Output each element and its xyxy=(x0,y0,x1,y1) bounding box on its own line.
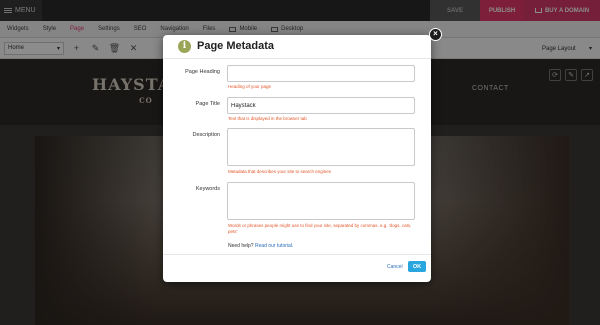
dialog-title: Page Metadata xyxy=(197,40,275,52)
keywords-textarea[interactable] xyxy=(227,182,415,220)
description-textarea[interactable] xyxy=(227,128,415,166)
ok-button[interactable]: OK xyxy=(408,261,426,272)
help-prefix: Need help? xyxy=(228,243,254,249)
info-icon: i xyxy=(178,40,191,53)
page-title-help: Text that is displayed in the browser ta… xyxy=(228,116,307,121)
dialog-header: i Page Metadata xyxy=(163,35,431,59)
tutorial-link[interactable]: Read our tutorial. xyxy=(255,243,293,249)
page-title-input[interactable] xyxy=(227,97,415,114)
description-help: Metadata that describes your site to sea… xyxy=(228,169,332,174)
help-line: Need help? Read our tutorial. xyxy=(228,243,293,249)
dialog-footer-divider xyxy=(163,254,431,255)
keywords-help: Words or phrases people might use to fin… xyxy=(228,223,412,234)
keywords-label: Keywords xyxy=(195,186,220,192)
close-icon[interactable]: × xyxy=(429,28,442,41)
cancel-button[interactable]: Cancel xyxy=(387,264,403,270)
page-title-label: Page Title xyxy=(195,101,220,107)
page-heading-help: Heading of your page xyxy=(228,84,272,89)
page-heading-label: Page Heading xyxy=(185,69,220,75)
page-metadata-dialog: i Page Metadata Page Heading Heading of … xyxy=(163,35,431,282)
description-label: Description xyxy=(192,132,220,138)
page-heading-input[interactable] xyxy=(227,65,415,82)
